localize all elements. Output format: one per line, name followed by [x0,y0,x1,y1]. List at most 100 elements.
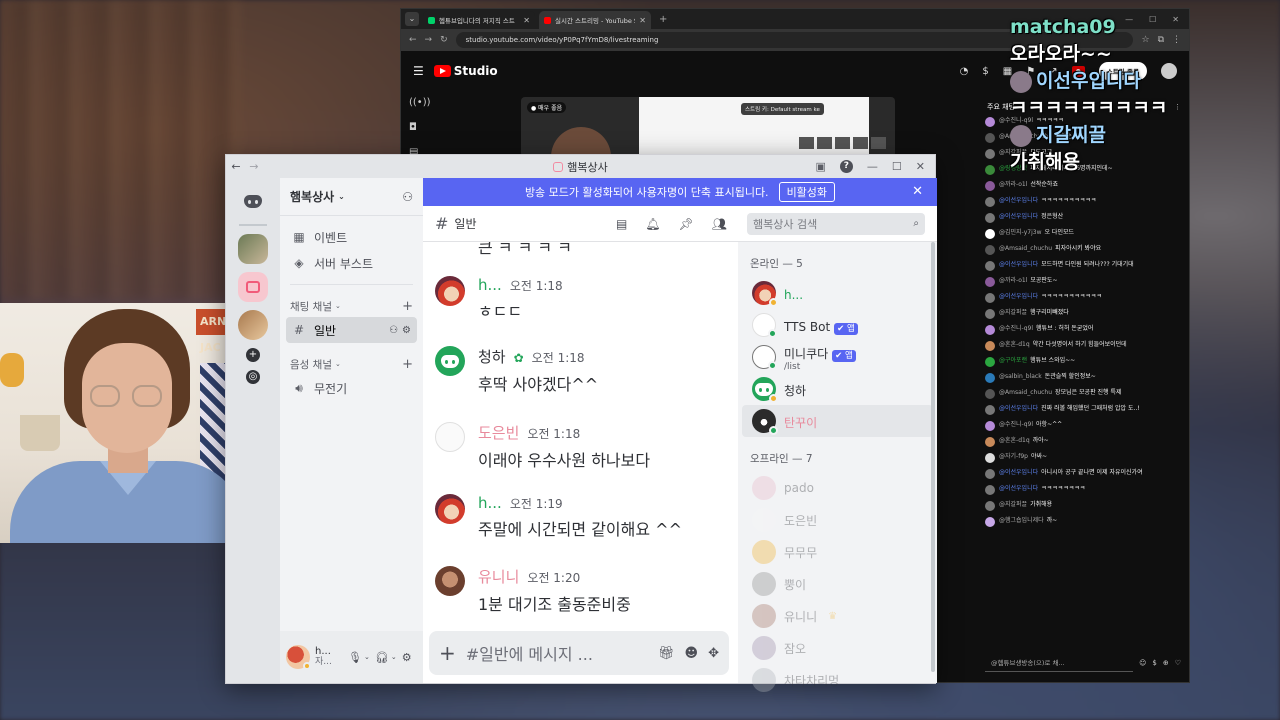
member-list-icon[interactable]: 👥︎ [712,217,727,231]
chat-message[interactable]: @Amsaid_chuchu 피자아시키 봐야요 [985,245,1183,255]
attach-plus-icon[interactable]: + [439,641,456,665]
emoji-icon[interactable]: ☻ [685,646,699,661]
nav-events[interactable]: ▦ 이벤트 [286,224,417,250]
member-item[interactable]: TTS Bot ✔ 앱 [742,309,933,341]
member-item[interactable]: 뿡이 [742,568,933,600]
message-item[interactable]: 청하 ✿ 오전 1:18 후딱 사야겠다^^ [435,346,598,395]
chat-message[interactable]: @까라-o1l 모공판도~ [985,277,1183,287]
message-avatar[interactable] [435,276,465,306]
tab-search-icon[interactable]: ⌄ [405,12,419,26]
tab-chzzk[interactable]: 헴튜브입니다의 저지직 스트 ✕ [423,11,535,29]
forward-icon[interactable]: → [425,35,433,45]
chat-message[interactable]: @혼혼-d1q 약간 다섯명이서 하기 힘들어보이던데 [985,341,1183,351]
category-text-channels[interactable]: 채팅 채널 ⌄ + [280,295,423,317]
chat-message[interactable]: @햄그숍입니제다 까~ [985,517,1183,527]
chat-message[interactable]: @이선우입니다 모드하면 다인원 되려나??? 기대기대 [985,261,1183,271]
chat-input[interactable]: @헴튜브생방송(으)로 채... [985,654,1134,672]
member-item[interactable]: h... [742,277,933,309]
forward-icon[interactable]: → [246,160,262,173]
monetization-icon[interactable]: $ [982,66,988,77]
server-icon-1[interactable] [238,234,268,264]
pin-icon[interactable]: 📌︎ [679,217,694,231]
chevron-down-icon[interactable]: ⌄ [364,653,370,661]
message-item[interactable]: h... 오전 1:18 ㅎㄷㄷ [435,276,563,322]
member-item[interactable]: 유니니 ♛ [742,600,933,632]
camera-icon[interactable]: ◘ [409,122,431,133]
back-icon[interactable]: ← [226,160,246,173]
hamburger-icon[interactable]: ☰ [413,64,424,78]
nav-server-boost[interactable]: ◈ 서버 부스트 [286,250,417,276]
emoji-icon[interactable]: ☺ [1139,659,1146,667]
chat-message[interactable]: @이선우입니다 ㅋㅋㅋㅋㅋㅋㅋㅋㅋㅋ [985,197,1183,207]
chat-message[interactable]: @수진니-q9l 아항~^^ [985,421,1183,431]
channel-walkie-talkie[interactable]: 🔊︎ 무전기 [286,375,417,401]
help-icon[interactable]: ? [839,160,853,173]
message-item[interactable]: 도은빈 오전 1:18 이래야 우수사원 하나보다 [435,422,650,471]
chat-message[interactable]: @김민지-y7j3w 오 다인모드 [985,229,1183,239]
close-icon[interactable]: ✕ [916,160,925,173]
chat-message[interactable]: @지갈퍼끌 햄구리미빼졌다 [985,309,1183,319]
member-item[interactable]: 차타차리멍 [742,664,933,696]
message-author[interactable]: 도은빈 [478,422,519,443]
member-item[interactable]: 탄꾸이 [742,405,933,437]
close-icon[interactable]: ✕ [639,16,646,25]
maximize-icon[interactable]: ☐ [892,160,902,173]
message-avatar[interactable] [435,566,465,596]
message-author[interactable]: 청하 [478,346,506,367]
member-item[interactable]: 미니쿠다 ✔ 앱/list [742,341,933,373]
user-avatar[interactable] [286,645,311,670]
analytics-icon[interactable]: ◔ [960,66,969,77]
chat-message[interactable]: @이선우입니다 ㅋㅋㅋㅋㅋㅋㅋㅋ [985,485,1183,495]
add-icon[interactable]: ⊕ [1163,659,1169,667]
chat-message[interactable]: @이선우입니다 아니시아 공구 끝나면 이제 자유이신가여 [985,469,1183,479]
search-input[interactable]: 햄복상사 검색 ⌕ [747,212,925,235]
chat-message[interactable]: @이선우입니다 ㅋㅋㅋㅋㅋㅋㅋㅋㅋㅋㅋ [985,293,1183,303]
server-icon-hambok[interactable] [238,272,268,302]
explore-icon[interactable]: ◎ [246,370,260,384]
message-author[interactable]: h... [478,276,502,294]
category-voice-channels[interactable]: 음성 채널 ⌄ + [280,353,423,375]
message-author[interactable]: 유니니 [478,566,519,587]
message-avatar[interactable] [435,422,465,452]
member-item[interactable]: 무무무 [742,536,933,568]
chat-message[interactable]: @수진니-q9l 햄튜브 : 허허 돈굳었어 [985,325,1183,335]
close-icon[interactable]: ✕ [912,184,923,199]
live-icon[interactable]: ((•)) [409,97,431,108]
apps-icon[interactable]: ✥ [708,646,719,661]
chat-message[interactable]: @까라-o1l 선착순하죠 [985,181,1183,191]
chat-message[interactable]: @salbin_black 돈관슬찍 할인정보~ [985,373,1183,383]
member-item[interactable]: 잠오 [742,632,933,664]
chat-message[interactable]: @자기-f9p 야싸~ [985,453,1183,463]
chat-message[interactable]: @구아포랜 햄튜브 스와입~~ [985,357,1183,367]
message-avatar[interactable] [435,346,465,376]
message-avatar[interactable] [435,494,465,524]
message-item[interactable]: 유니니 오전 1:20 1분 대기조 출동준비중 [435,566,631,615]
heart-icon[interactable]: ♡ [1175,659,1181,667]
create-channel-icon[interactable]: + [402,299,413,314]
member-item[interactable]: 청하 [742,373,933,405]
bell-icon[interactable]: 🔔︎ [645,217,660,231]
close-icon[interactable]: ✕ [523,16,530,25]
message-author[interactable]: h... [478,494,502,512]
chat-message[interactable]: @이선우입니다 정은형산 [985,213,1183,223]
create-channel-icon[interactable]: + [402,357,413,372]
minimize-icon[interactable]: — [867,160,878,173]
channel-general[interactable]: # 일반 ⚇ ⚙ [286,317,417,343]
user-names[interactable]: h... 자... [315,646,343,668]
youtube-studio-logo[interactable]: Studio [433,64,498,78]
inbox-icon[interactable]: ▣ [816,160,826,173]
reload-icon[interactable]: ↻ [440,35,448,45]
chevron-down-icon[interactable]: ⌄ [391,653,397,661]
new-tab-icon[interactable]: + [655,14,667,25]
gear-icon[interactable]: ⚙ [402,651,412,664]
member-scrollbar[interactable] [931,242,935,672]
server-icon-3[interactable] [238,310,268,340]
add-server-icon[interactable]: + [246,348,260,362]
headphones-icon[interactable]: 🎧︎ [375,651,389,664]
direct-messages-button[interactable] [238,186,268,216]
back-icon[interactable]: ← [409,35,417,45]
invite-user-icon[interactable]: ⚇ [402,190,413,204]
member-item[interactable]: 도은빈 [742,504,933,536]
chat-message[interactable]: @Amsaid_chuchu 장모님은 모공판 진행 특제 [985,389,1183,399]
chat-message[interactable]: @지갈퍼끌 가취해용 [985,501,1183,511]
